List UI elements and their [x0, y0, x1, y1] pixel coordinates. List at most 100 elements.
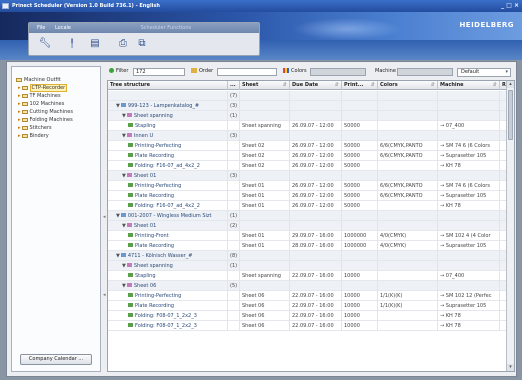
col-tree-structure[interactable]: Tree structure: [108, 81, 228, 90]
chevron-right-icon[interactable]: ▸: [18, 125, 21, 131]
expand-toggle-icon[interactable]: ▼: [122, 223, 126, 229]
table-row[interactable]: Folding: F16-07_ad_4x2_2 Sheet 01 26.09.07…: [108, 201, 508, 211]
scroll-up-icon[interactable]: ▴: [507, 81, 514, 88]
pin-icon[interactable]: ╿: [66, 38, 78, 50]
copy-icon[interactable]: ⧉: [136, 38, 148, 50]
scroll-down-icon[interactable]: ▾: [507, 364, 514, 371]
company-calendar-button[interactable]: Company Calendar ...: [20, 354, 92, 365]
folder-icon: [21, 110, 28, 114]
cell-count: (3): [228, 131, 240, 141]
sidebar-item-cutting-machines[interactable]: ▸ Cutting Machines: [18, 109, 73, 116]
table-row[interactable]: ▼ 001-2007 - Wingless Medium Sizt (1): [108, 211, 508, 221]
expand-toggle-icon[interactable]: ▼: [116, 103, 120, 109]
step-icon: [128, 183, 133, 187]
table-row[interactable]: Plate Recording Sheet 02 26.09.07 - 12:00 5…: [108, 151, 508, 161]
menu-file[interactable]: File: [37, 25, 45, 31]
expand-toggle-icon[interactable]: ▼: [122, 173, 126, 179]
table-row[interactable]: ▼ Sheet 01 (2): [108, 221, 508, 231]
sidebar-item-ctp-recorder[interactable]: ▸ CTP-Recorder: [18, 84, 68, 92]
col-machine[interactable]: Machine ⇵: [438, 81, 500, 90]
table-row[interactable]: Stapling Sheet spanning 26.09.07 - 12:00 50…: [108, 121, 508, 131]
cell-tree: ▼ Sheet spanning: [108, 261, 228, 271]
table-row[interactable]: Folding: F08-07_1_2x2_3 Sheet 06 22.09.07 …: [108, 321, 508, 331]
expand-toggle-icon[interactable]: ▼: [116, 213, 120, 219]
cell-due: 26.09.07 - 12:00: [290, 201, 342, 211]
col-due-date[interactable]: Due Date ⇵: [290, 81, 342, 90]
cell-sheet: Sheet 06: [240, 301, 290, 311]
table-row[interactable]: ▼ Sheet spanning (1): [108, 261, 508, 271]
splitter-arrow-icon[interactable]: ◂: [103, 214, 106, 220]
chevron-right-icon[interactable]: ▸: [18, 117, 21, 123]
cell-due: 22.09.07 - 16:00: [290, 321, 342, 331]
table-row[interactable]: ▼ Innen U (3): [108, 131, 508, 141]
menu-bar: File Locale Scheduler Functions: [29, 23, 259, 33]
vertical-scrollbar[interactable]: ▴ ▾: [506, 81, 514, 371]
table-row[interactable]: Folding: F08-07_1_2x2_3 Sheet 06 22.09.07 …: [108, 311, 508, 321]
colors-input[interactable]: [310, 68, 366, 76]
table-row[interactable]: ▼ 999-123 - Lampenkatalog_# (3): [108, 101, 508, 111]
cell-sheet: [240, 91, 290, 101]
cell-colors: [378, 211, 438, 221]
expand-toggle-icon[interactable]: ▼: [122, 263, 126, 269]
scroll-thumb[interactable]: [508, 90, 513, 140]
filter-input[interactable]: 172: [133, 68, 185, 76]
cell-colors: [378, 311, 438, 321]
chevron-right-icon[interactable]: ▸: [18, 93, 21, 99]
expand-toggle-icon[interactable]: ▼: [122, 113, 126, 119]
expand-toggle-icon[interactable]: ▼: [116, 253, 120, 259]
expand-toggle-icon[interactable]: ▼: [122, 283, 126, 289]
tree-label: Plate Recording: [135, 303, 175, 309]
table-row[interactable]: Plate Recording Sheet 01 26.09.07 - 12:00 5…: [108, 191, 508, 201]
chevron-right-icon[interactable]: ▸: [18, 133, 21, 139]
sidebar-item-bindery[interactable]: ▸ Bindery: [18, 133, 49, 140]
document-icon[interactable]: ▤: [89, 38, 101, 50]
wrench-icon[interactable]: 🔧︎: [39, 38, 52, 50]
sidebar-item-stitchers[interactable]: ▸ Stitchers: [18, 125, 52, 132]
splitter-arrow-icon[interactable]: ◂: [103, 292, 106, 298]
col-print[interactable]: Print... ⇵: [342, 81, 378, 90]
table-row[interactable]: Printing-Perfecting Sheet 01 26.09.07 - 12…: [108, 181, 508, 191]
table-row[interactable]: ▼ Sheet spanning (1): [108, 111, 508, 121]
order-input[interactable]: [217, 68, 277, 76]
table-row[interactable]: Plate Recording Sheet 01 28.09.07 - 16:00 1…: [108, 241, 508, 251]
window-controls[interactable]: _ □ ×: [501, 2, 519, 9]
col-count[interactable]: ...: [228, 81, 240, 90]
cell-count: [228, 271, 240, 281]
view-select[interactable]: Default ▾: [457, 68, 511, 77]
table-row[interactable]: Printing-Perfecting Sheet 02 26.09.07 - 12…: [108, 141, 508, 151]
menu-locale[interactable]: Locale: [55, 25, 71, 31]
cell-count: [228, 291, 240, 301]
cell-colors: [378, 101, 438, 111]
cell-tree: ▼ 001-2007 - Wingless Medium Sizt: [108, 211, 228, 221]
chevron-down-icon[interactable]: ▾: [505, 69, 508, 76]
sidebar-item-102-machines[interactable]: ▸ 102 Machines: [18, 101, 64, 108]
cell-count: [228, 321, 240, 331]
table-row[interactable]: ▼ Sheet 01 (3): [108, 171, 508, 181]
table-row[interactable]: ▼ 4711 - Kölnisch Wasser_# (8): [108, 251, 508, 261]
banner-decoration: [292, 18, 402, 40]
expand-toggle-icon[interactable]: ▼: [122, 133, 126, 139]
cell-colors: [378, 281, 438, 291]
table-row[interactable]: Printing-Perfecting Sheet 06 22.09.07 - 16…: [108, 291, 508, 301]
printer-icon[interactable]: ⎙: [117, 38, 129, 50]
sidebar-item-tf-machines[interactable]: ▸ TF Machines: [18, 93, 61, 100]
chevron-right-icon[interactable]: ▸: [18, 101, 21, 107]
tree-label: Innen U: [133, 133, 154, 139]
cell-print: 1000000: [342, 241, 378, 251]
chevron-right-icon[interactable]: ▸: [18, 109, 21, 115]
table-row[interactable]: Plate Recording Sheet 06 22.09.07 - 16:00 1…: [108, 301, 508, 311]
table-row[interactable]: (7): [108, 91, 508, 101]
table-row[interactable]: Printing-Front Sheet 01 29.09.07 - 16:00 10…: [108, 231, 508, 241]
chevron-right-icon[interactable]: ▸: [18, 85, 21, 91]
col-colors[interactable]: Colors ⇵: [378, 81, 438, 90]
cell-machine: → Suprasetter 105: [438, 301, 500, 311]
sidebar-item-folding-machines[interactable]: ▸ Folding Machines: [18, 117, 73, 124]
machine-input[interactable]: [397, 68, 453, 76]
table-row[interactable]: Stapling Sheet spanning 22.09.07 - 16:00 10…: [108, 271, 508, 281]
machine-outfit-root[interactable]: Machine Outfit: [16, 77, 61, 84]
table-row[interactable]: ▼ Sheet 06 (5): [108, 281, 508, 291]
col-sheet[interactable]: Sheet ⇵: [240, 81, 290, 90]
table-row[interactable]: Folding: F16-07_ad_4x2_2 Sheet 02 26.09.07…: [108, 161, 508, 171]
panel-splitter[interactable]: ◂ ◂: [103, 66, 106, 372]
cell-tree: Printing-Perfecting: [108, 291, 228, 301]
